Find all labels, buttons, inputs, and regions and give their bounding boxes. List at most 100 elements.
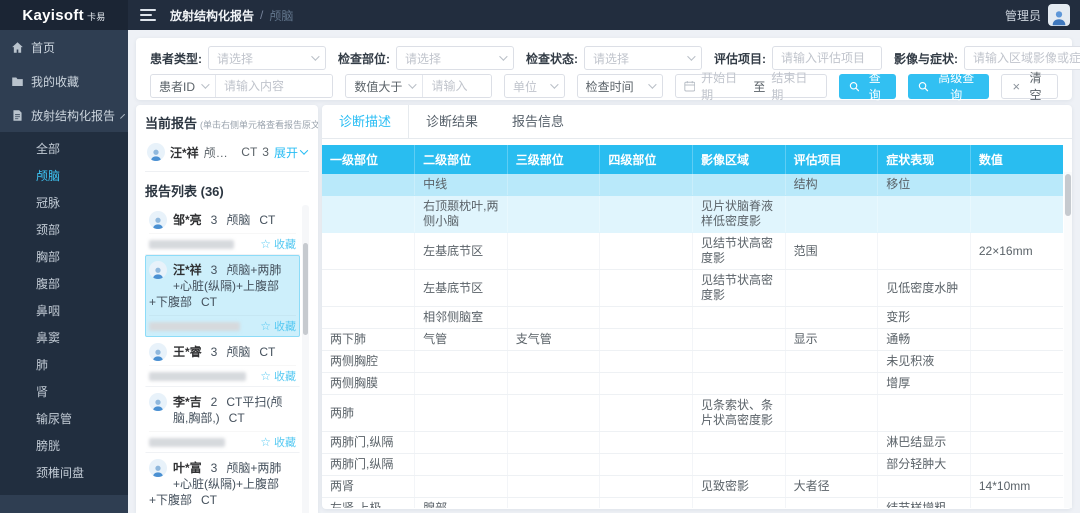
assess-item-input[interactable] [772,46,882,70]
table-cell[interactable] [507,432,600,454]
table-cell[interactable] [693,351,786,373]
table-cell[interactable] [507,454,600,476]
unit-select[interactable]: 单位 [504,74,565,98]
patient-type-select[interactable]: 请选择 [208,46,326,70]
table-cell[interactable] [600,174,693,196]
table-cell[interactable] [785,307,878,329]
table-cell[interactable] [507,307,600,329]
table-cell[interactable]: 见结节状高密度影 [693,270,786,307]
table-cell[interactable] [507,373,600,395]
table-cell[interactable]: 见低密度水肿 [878,270,971,307]
sidebar-item-home[interactable]: 首页 [0,30,128,64]
table-cell[interactable] [785,351,878,373]
collapse-menu-icon[interactable] [140,9,156,21]
patient-id-select[interactable]: 患者ID [151,75,216,97]
table-cell[interactable] [693,373,786,395]
table-cell[interactable]: 相邻侧脑室 [415,307,508,329]
table-cell[interactable]: 两下肺 [322,329,415,351]
table-cell[interactable] [600,351,693,373]
tab-诊断结果[interactable]: 诊断结果 [409,105,495,138]
table-cell[interactable] [507,498,600,509]
scrollbar-thumb[interactable] [1065,174,1071,216]
table-scrollbar[interactable] [1064,172,1072,508]
table-cell[interactable] [507,196,600,233]
numeric-value-input[interactable] [423,75,492,97]
table-cell[interactable]: 见结节状高密度影 [693,233,786,270]
table-cell[interactable] [415,454,508,476]
user-menu[interactable]: 管理员 [1005,4,1070,26]
table-cell[interactable] [415,476,508,498]
image-symptom-input[interactable] [964,46,1080,70]
table-cell[interactable] [322,196,415,233]
table-cell[interactable]: 增厚 [878,373,971,395]
table-cell[interactable] [785,498,878,509]
table-cell[interactable]: 两肾 [322,476,415,498]
table-cell[interactable] [785,373,878,395]
tab-报告信息[interactable]: 报告信息 [495,105,581,138]
table-cell[interactable] [970,373,1063,395]
table-cell[interactable] [600,454,693,476]
table-cell[interactable] [600,498,693,509]
table-cell[interactable] [600,307,693,329]
table-cell[interactable]: 通畅 [878,329,971,351]
table-cell[interactable]: 未见积液 [878,351,971,373]
table-cell[interactable] [785,454,878,476]
table-cell[interactable]: 淋巴结显示 [878,432,971,454]
report-list-item[interactable]: 李*吉2CT平扫(颅脑,胸部,)CT☆收藏 [145,387,300,453]
table-cell[interactable]: 左基底节区 [415,270,508,307]
favorite-button[interactable]: ☆收藏 [260,368,296,384]
table-cell[interactable]: 两肺 [322,395,415,432]
table-cell[interactable] [322,307,415,329]
breadcrumb-root[interactable]: 放射结构化报告 [170,7,254,24]
sidebar-subitem[interactable]: 膀胱 [0,433,128,460]
table-cell[interactable] [322,270,415,307]
table-cell[interactable]: 中线 [415,174,508,196]
table-cell[interactable] [693,498,786,509]
table-cell[interactable] [970,498,1063,509]
table-cell[interactable]: 变形 [878,307,971,329]
exam-status-select[interactable]: 请选择 [584,46,702,70]
table-cell[interactable]: 两肺门,纵隔 [322,432,415,454]
table-cell[interactable] [970,270,1063,307]
table-cell[interactable]: 两侧胸膜 [322,373,415,395]
table-cell[interactable] [970,196,1063,233]
table-cell[interactable] [785,270,878,307]
table-cell[interactable] [507,476,600,498]
table-cell[interactable] [693,432,786,454]
sidebar-item-reports[interactable]: 放射结构化报告 [0,98,128,132]
report-list-item[interactable]: 邹*亮3颅脑CT☆收藏 [145,205,300,255]
table-cell[interactable]: 见条索状、条片状高密度影 [693,395,786,432]
tab-诊断描述[interactable]: 诊断描述 [322,105,409,138]
table-cell[interactable] [415,432,508,454]
table-cell[interactable] [970,432,1063,454]
sidebar-subitem[interactable]: 颈椎间盘 [0,460,128,487]
table-cell[interactable] [507,270,600,307]
report-list-item[interactable]: 汪*祥3颅脑+两肺+心脏(纵隔)+上腹部+下腹部CT☆收藏 [145,255,300,337]
table-cell[interactable]: 两肺门,纵隔 [322,454,415,476]
table-cell[interactable]: 两侧胸腔 [322,351,415,373]
table-cell[interactable] [970,174,1063,196]
date-start-placeholder[interactable]: 开始日期 [701,69,747,103]
sidebar-subitem[interactable]: 腹部 [0,271,128,298]
table-cell[interactable] [693,307,786,329]
expand-toggle[interactable]: 展开 [274,144,307,161]
sidebar-subitem[interactable]: 鼻窦 [0,325,128,352]
date-range-picker[interactable]: 开始日期 至 结束日期 [675,74,827,98]
table-cell[interactable] [970,395,1063,432]
table-cell[interactable]: 见致密影 [693,476,786,498]
table-cell[interactable] [600,270,693,307]
table-cell[interactable]: 气管 [415,329,508,351]
table-cell[interactable] [693,454,786,476]
table-cell[interactable]: 支气管 [507,329,600,351]
table-cell[interactable]: 部分轻肿大 [878,454,971,476]
table-cell[interactable]: 移位 [878,174,971,196]
table-cell[interactable]: 22×16mm [970,233,1063,270]
table-cell[interactable] [785,432,878,454]
table-cell[interactable] [507,233,600,270]
table-cell[interactable]: 腺部 [415,498,508,509]
table-cell[interactable] [322,233,415,270]
table-cell[interactable] [878,395,971,432]
table-cell[interactable] [415,351,508,373]
favorite-button[interactable]: ☆收藏 [260,434,296,450]
favorite-button[interactable]: ☆收藏 [260,318,296,334]
